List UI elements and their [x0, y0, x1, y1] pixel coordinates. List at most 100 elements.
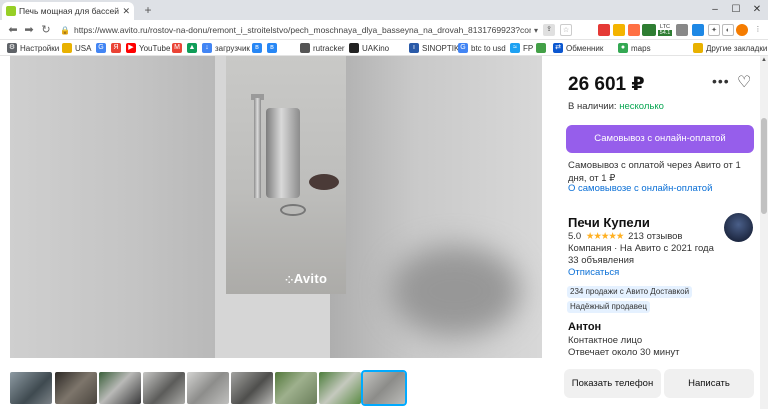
bookmark-yandex[interactable]: Я [111, 42, 121, 54]
bookmark-settings[interactable]: ⚙ Настройки [7, 42, 59, 54]
address-bar[interactable]: 🔒 https://www.avito.ru/rostov-na-donu/re… [60, 22, 538, 38]
bookmark-downloader[interactable]: ↓ загрузчик [202, 42, 250, 54]
thumbnail-strip [10, 370, 410, 406]
vk-icon: в [252, 43, 262, 53]
gmail-icon: M [172, 43, 182, 53]
scroll-up-icon[interactable]: ▲ [761, 57, 767, 63]
tab-close-icon[interactable]: ✕ [122, 6, 130, 17]
bookmark-exchanger[interactable]: ⇄ Обменник [553, 42, 603, 54]
show-phone-button[interactable]: Показать телефон [564, 369, 661, 398]
stove-body [266, 108, 300, 198]
reload-icon[interactable]: ↻ [39, 23, 53, 37]
scrollbar-thumb[interactable] [761, 118, 767, 214]
photo-gallery[interactable]: ⁘Avito [10, 56, 542, 358]
bookmark-google[interactable]: G [96, 42, 106, 54]
reviews-link[interactable]: 213 отзывов [628, 231, 682, 242]
badge-reliable-seller: Надёжный продавец [567, 301, 650, 313]
download-icon: ↓ [202, 43, 212, 53]
thumbnail[interactable] [10, 372, 52, 404]
seller-listings-count[interactable]: 33 объявления [568, 255, 634, 266]
bookmark-star-icon[interactable]: ☆ [560, 24, 572, 36]
profile-avatar-icon[interactable] [736, 24, 748, 36]
seller-name[interactable]: Печи Купели [568, 215, 650, 230]
unsubscribe-link[interactable]: Отписаться [568, 267, 619, 278]
write-message-button[interactable]: Написать [664, 369, 754, 398]
minimize-icon[interactable]: – [705, 2, 725, 18]
more-options-icon[interactable]: ••• [712, 73, 730, 89]
extension-yellow-icon[interactable] [613, 24, 625, 36]
bookmark-fp[interactable]: ≈ FP [510, 42, 533, 54]
folder-icon [62, 43, 72, 53]
browser-tab-active[interactable]: Печь мощная для бассейна на д ✕ [2, 2, 134, 20]
avito-watermark: ⁘Avito [285, 271, 328, 286]
forward-arrow-icon[interactable]: ➡ [22, 23, 36, 37]
new-tab-button[interactable]: + [141, 3, 155, 17]
browser-menu-icon[interactable]: ⋮ [752, 24, 764, 36]
extension-blue-icon[interactable] [692, 24, 704, 36]
extension-green-icon[interactable] [642, 24, 656, 36]
pickup-online-payment-button[interactable]: Самовывоз с онлайн-оплатой [566, 125, 754, 153]
bookmark-uakino[interactable]: UAKino [349, 42, 389, 54]
bookmark-btc-to-usd[interactable]: Gbtc to usd [458, 42, 506, 54]
thumbnail[interactable] [99, 372, 141, 404]
contact-role: Контактное лицо [568, 335, 643, 346]
ltc-ticker[interactable]: LTC 54.1 [658, 24, 672, 36]
badge-delivery-sales: 234 продажи с Авито Доставкой [567, 286, 693, 298]
bookmark-usa[interactable]: USA [62, 42, 91, 54]
lock-icon: 🔒 [60, 25, 70, 35]
thumbnail-active[interactable] [361, 370, 407, 406]
extensions-puzzle-icon[interactable]: ✦ [708, 24, 720, 36]
stove-lid [309, 174, 339, 190]
availability-label: В наличии: [568, 101, 617, 112]
thumbnail[interactable] [143, 372, 185, 404]
bookmark-sinoptik[interactable]: ı SINOPTIK [409, 42, 459, 54]
browser-tabstrip: Печь мощная для бассейна на д ✕ + – ☐ ✕ [0, 0, 768, 20]
thumbnail[interactable] [275, 372, 317, 404]
favorite-heart-icon[interactable]: ♡ [737, 72, 751, 92]
seller-company-line: Компания · На Авито с 2021 года [568, 243, 714, 254]
vk-icon: в [267, 43, 277, 53]
availability-value: несколько [619, 101, 664, 112]
thumbnail[interactable] [187, 372, 229, 404]
extension-orange-icon[interactable] [628, 24, 640, 36]
thumbnail[interactable] [231, 372, 273, 404]
drive-icon: ▲ [187, 43, 197, 53]
bookmark-vk[interactable]: в [252, 42, 262, 54]
maximize-icon[interactable]: ☐ [726, 2, 746, 18]
bookmark-gmail[interactable]: M [172, 42, 182, 54]
main-photo[interactable]: ⁘Avito [226, 56, 346, 294]
seller-avatar[interactable] [724, 213, 753, 242]
url-dropdown-icon[interactable]: ▾ [534, 26, 538, 35]
google-icon: G [96, 43, 106, 53]
bookmark-green[interactable] [536, 42, 546, 54]
back-arrow-icon[interactable]: ⬅ [6, 23, 20, 37]
tab-title: Печь мощная для бассейна на д [19, 6, 119, 16]
page-scrollbar[interactable]: ▲ [760, 56, 768, 409]
bookmark-drive[interactable]: ▲ [187, 42, 197, 54]
window-close-icon[interactable]: ✕ [747, 2, 767, 18]
avito-favicon-icon [6, 6, 16, 16]
thumbnail[interactable] [55, 372, 97, 404]
stove-ring [280, 204, 306, 216]
bookmark-youtube[interactable]: ▶ YouTube [126, 42, 170, 54]
rating-stars-icon: ★★★★★ [585, 231, 625, 242]
bookmarks-bar: ⚙ Настройки USA G Я ▶ YouTube M ▲ ↓ загрузч… [0, 40, 768, 56]
share-icon[interactable]: ⇪ [543, 24, 555, 36]
url-text[interactable]: https://www.avito.ru/rostov-na-donu/remo… [74, 25, 531, 35]
youtube-icon: ▶ [126, 43, 136, 53]
sync-icon[interactable]: ◐ [722, 24, 734, 36]
sheet-icon [536, 43, 546, 53]
thermometer-icon: ı [409, 43, 419, 53]
bookmark-rutracker[interactable]: rutracker [300, 42, 345, 54]
bookmark-other[interactable]: Другие закладки [693, 42, 767, 54]
thumbnail[interactable] [319, 372, 361, 404]
extension-grey-icon[interactable] [676, 24, 688, 36]
pickup-info: Самовывоз с оплатой через Авито от 1 дня… [568, 160, 741, 184]
chimney-pipe [254, 98, 261, 198]
contact-response-time: Отвечает около 30 минут [568, 347, 680, 358]
pickup-info-link[interactable]: О самовывозе с онлайн-оплатой [568, 183, 712, 194]
availability: В наличии: несколько [568, 101, 664, 112]
extension-red-icon[interactable] [598, 24, 610, 36]
bookmark-maps[interactable]: ● maps [618, 42, 651, 54]
bookmark-vk-2[interactable]: в [267, 42, 277, 54]
